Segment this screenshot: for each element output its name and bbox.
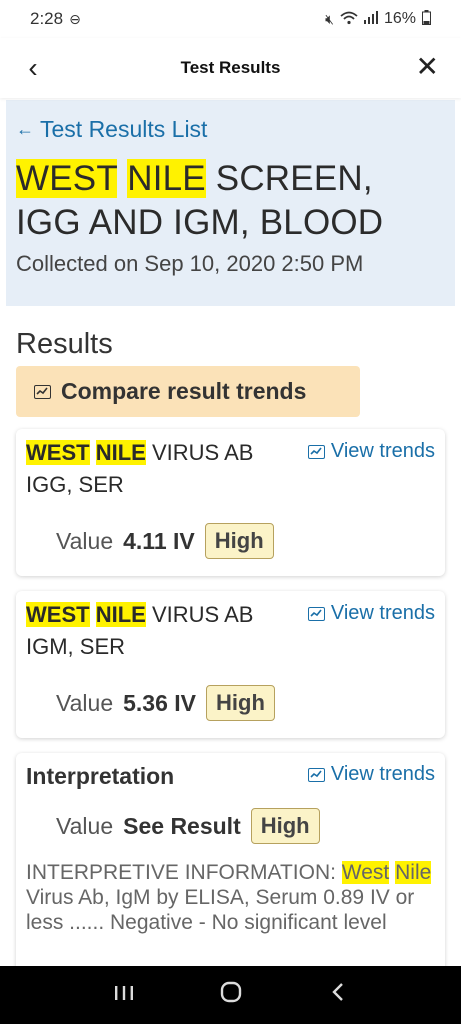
page-title: WEST NILE SCREEN, IGG AND IGM, BLOOD [16, 157, 445, 245]
value-label: Value [56, 689, 114, 716]
sync-icon: ⊖ [69, 10, 81, 27]
title-highlight-west: WEST [16, 159, 118, 198]
highlight-west: West [341, 861, 390, 884]
view-trends-link[interactable]: View trends [307, 602, 435, 625]
title-highlight-nile: NILE [127, 159, 206, 198]
value-row: Value See Result High [26, 808, 435, 844]
highlight-nile: NILE [95, 440, 146, 465]
highlight-west: WEST [26, 440, 90, 465]
result-name-rest: VIRUS AB [151, 602, 254, 627]
result-name: WEST NILE VIRUS AB IGG, SER [26, 437, 296, 501]
compare-trends-label: Compare result trends [61, 378, 307, 404]
trend-chart-icon [307, 606, 325, 621]
page-header-title: Test Results [180, 58, 281, 77]
app-bar: ‹ Test Results ✕ [0, 38, 461, 98]
battery-icon [422, 10, 431, 28]
close-icon[interactable]: ✕ [416, 50, 439, 83]
results-heading: Results [16, 328, 113, 360]
value-label: Value [56, 527, 114, 554]
value-label: Value [56, 812, 114, 839]
highlight-nile: NILE [95, 602, 146, 627]
interpretation-card: Interpretation View trends Value See Res… [16, 753, 445, 993]
interpretation-text: INTERPRETIVE INFORMATION: West Nile Viru… [26, 860, 435, 935]
result-card: WEST NILE VIRUS AB IGM, SER View trends … [16, 591, 445, 738]
result-name-line2: IGM, SER [26, 634, 126, 659]
mute-icon: 🔇︎ [325, 10, 334, 27]
signal-icon [363, 11, 378, 27]
collected-date: Collected on Sep 10, 2020 2:50 PM [16, 251, 364, 276]
breadcrumb-label: Test Results List [40, 116, 208, 142]
result-name-line2: IGG, SER [26, 472, 124, 497]
result-value: 5.36 IV [123, 689, 197, 716]
result-value: 4.11 IV [123, 527, 195, 554]
value-row: Value 5.36 IV High [26, 685, 435, 721]
value-row: Value 4.11 IV High [26, 523, 435, 559]
trend-chart-icon [34, 384, 51, 399]
compare-trends-button[interactable]: Compare result trends [16, 366, 360, 417]
breadcrumb-link[interactable]: ← Test Results List [16, 116, 445, 143]
wifi-icon [340, 11, 358, 28]
title-line2: IGG AND IGM, BLOOD [16, 203, 384, 242]
title-rest: SCREEN, [215, 159, 373, 198]
system-nav-bar [0, 966, 461, 1024]
recent-apps-icon[interactable] [104, 982, 144, 1008]
back-icon[interactable] [318, 981, 358, 1009]
result-card: WEST NILE VIRUS AB IGG, SER View trends … [16, 429, 445, 576]
trend-chart-icon [307, 767, 325, 782]
clock: 2:28 [30, 9, 64, 28]
view-trends-label: View trends [330, 602, 435, 624]
back-chevron-icon[interactable]: ‹ [20, 52, 46, 84]
status-badge: High [250, 808, 320, 844]
highlight-nile: Nile [395, 861, 432, 884]
status-bar: 2:28 ⊖ 🔇︎ 16% [0, 0, 461, 38]
test-header-panel: ← Test Results List WEST NILE SCREEN, IG… [6, 100, 455, 306]
arrow-left-icon: ← [16, 119, 34, 139]
result-name: WEST NILE VIRUS AB IGM, SER [26, 599, 296, 663]
highlight-west: WEST [26, 602, 90, 627]
home-icon[interactable] [211, 980, 251, 1010]
interpretation-title: Interpretation [26, 763, 175, 789]
trend-chart-icon [307, 444, 325, 459]
status-badge: High [204, 523, 274, 559]
status-badge: High [206, 685, 275, 721]
result-value: See Result [123, 812, 241, 839]
view-trends-link[interactable]: View trends [307, 440, 435, 463]
interp-text-body: Virus Ab, IgM by ELISA, Serum 0.89 IV or… [26, 886, 415, 934]
view-trends-label: View trends [330, 440, 435, 462]
result-name-rest: VIRUS AB [151, 440, 254, 465]
view-trends-link[interactable]: View trends [307, 763, 435, 786]
view-trends-label: View trends [330, 763, 435, 785]
interp-text-intro: INTERPRETIVE INFORMATION: [26, 861, 342, 884]
battery-percent: 16% [383, 10, 416, 27]
